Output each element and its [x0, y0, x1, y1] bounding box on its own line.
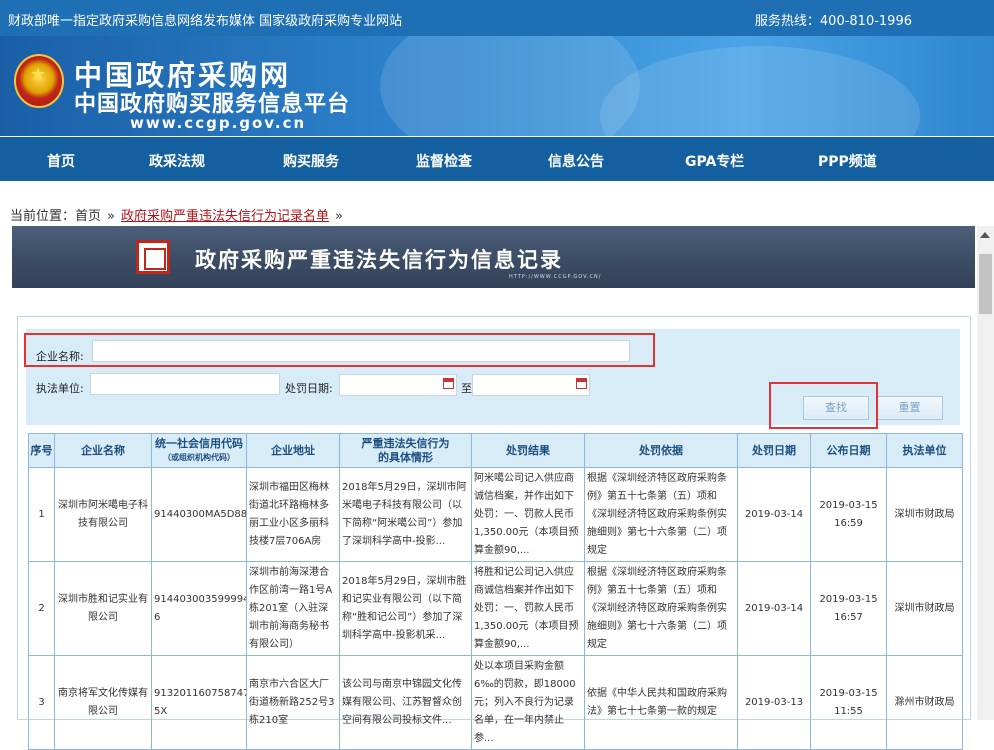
- cell-basis: 依据《中华人民共和国政府采购法》第七十七条第一款的规定: [584, 655, 738, 750]
- cell-situation: 2018年5月29日，深圳市阿米噶电子科技有限公司（以下简称“阿米噶公司”）参加…: [339, 467, 472, 562]
- table-header-row: 序号 企业名称 统一社会信用代码 （或组织机构代码） 企业地址 严重违法失信行为的…: [28, 433, 963, 468]
- company-link[interactable]: 深圳市阿米噶电子科技有限公司: [54, 467, 152, 562]
- page-title: 政府采购严重违法失信行为信息记录: [195, 248, 563, 272]
- nav-item-purchase-services[interactable]: 购买服务: [283, 151, 339, 171]
- breadcrumb-home[interactable]: 首页: [75, 209, 101, 224]
- breadcrumb-separator: »: [335, 209, 343, 224]
- nav-item-home[interactable]: 首页: [47, 151, 75, 171]
- col-header-no: 序号: [28, 433, 55, 468]
- calendar-icon[interactable]: [576, 378, 587, 389]
- company-link[interactable]: 南京将军文化传媒有限公司: [54, 655, 152, 750]
- cell-result: 将胜和记公司记入供应商诚信档案并作出如下处罚：一、罚款人民币1,350.00元（…: [471, 561, 585, 656]
- company-link[interactable]: 深圳市胜和记实业有限公司: [54, 561, 152, 656]
- cell-unit: 深圳市财政局: [886, 561, 963, 656]
- cell-publish-date: 2019-03-15 16:57: [810, 561, 887, 656]
- breadcrumb-current[interactable]: 政府采购严重违法失信行为记录名单: [121, 209, 329, 224]
- top-info-bar: 财政部唯一指定政府采购信息网络发布媒体 国家级政府采购专业网站 服务热线：400…: [0, 0, 994, 36]
- page-title-banner: 政府采购严重违法失信行为信息记录 HTTP://WWW.CCGP.GOV.CN/: [12, 226, 975, 288]
- cell-unit: 深圳市财政局: [886, 467, 963, 562]
- cell-situation: 2018年5月29日，深圳市胜和记实业有限公司（以下简称“胜和记公司”）参加了深…: [339, 561, 472, 656]
- reset-button[interactable]: 重置: [876, 396, 943, 420]
- date-to-input[interactable]: [472, 374, 590, 396]
- penalty-date-label: 处罚日期:: [285, 382, 333, 395]
- cell-unit: 滁州市财政局: [886, 655, 963, 750]
- site-url: www.ccgp.gov.cn: [130, 114, 307, 132]
- date-to-label: 至: [461, 382, 472, 395]
- enforcement-unit-input[interactable]: [90, 373, 280, 395]
- calendar-icon[interactable]: [443, 378, 454, 389]
- cell-address: 深圳市前海深港合作区前湾一路1号A栋201室（入驻深圳市前海商务秘书有限公司）: [246, 561, 340, 656]
- cell-no: 2: [28, 561, 55, 656]
- scrollbar-thumb[interactable]: [979, 254, 992, 314]
- cell-basis: 根据《深圳经济特区政府采购条例》第五十七条第（五）项和《深圳经济特区政府采购条例…: [584, 467, 738, 562]
- table-row: 3 南京将军文化传媒有限公司 9132011607587476 5X 南京市六合…: [28, 655, 963, 750]
- col-header-company: 企业名称: [54, 433, 152, 468]
- cell-credit-code: 9132011607587476 5X: [151, 655, 247, 750]
- nav-item-regulations[interactable]: 政采法规: [149, 151, 205, 171]
- top-info-text: 财政部唯一指定政府采购信息网络发布媒体 国家级政府采购专业网站: [8, 14, 403, 29]
- violation-records-table: 序号 企业名称 统一社会信用代码 （或组织机构代码） 企业地址 严重违法失信行为的…: [28, 433, 963, 750]
- page-scrollbar[interactable]: [977, 226, 994, 720]
- cell-penalty-date: 2019-03-14: [737, 561, 811, 656]
- nav-item-supervision[interactable]: 监督检查: [416, 151, 472, 171]
- national-emblem-icon: ★: [14, 54, 64, 108]
- scroll-up-arrow-icon[interactable]: [980, 232, 990, 238]
- table-row: 2 深圳市胜和记实业有限公司 91440300359999439 6 深圳市前海…: [28, 561, 963, 656]
- col-header-basis: 处罚依据: [584, 433, 738, 468]
- cell-penalty-date: 2019-03-13: [737, 655, 811, 750]
- date-from-input[interactable]: [339, 374, 457, 396]
- enforcement-unit-label: 执法单位:: [36, 382, 84, 395]
- seal-icon: [136, 240, 170, 274]
- cell-credit-code: 91440300MA5D88NU52: [151, 467, 247, 562]
- col-header-credit-code: 统一社会信用代码 （或组织机构代码）: [151, 433, 247, 468]
- highlight-company-field: [24, 333, 655, 367]
- cell-basis: 根据《深圳经济特区政府采购条例》第五十七条第（五）项和《深圳经济特区政府采购条例…: [584, 561, 738, 656]
- nav-item-announcements[interactable]: 信息公告: [548, 151, 604, 171]
- col-header-publish-date: 公布日期: [810, 433, 887, 468]
- cell-penalty-date: 2019-03-14: [737, 467, 811, 562]
- page-title-url: HTTP://WWW.CCGP.GOV.CN/: [509, 274, 602, 280]
- main-nav: 首页 政采法规 购买服务 监督检查 信息公告 GPA专栏 PPP频道: [0, 137, 994, 181]
- col-header-unit: 执法单位: [886, 433, 963, 468]
- col-header-penalty-date: 处罚日期: [737, 433, 811, 468]
- nav-item-gpa[interactable]: GPA专栏: [685, 151, 744, 171]
- col-header-address: 企业地址: [246, 433, 340, 468]
- site-banner: ★ 中国政府采购网 中国政府购买服务信息平台 www.ccgp.gov.cn: [0, 36, 994, 136]
- cell-address: 深圳市福田区梅林街道北环路梅林多丽工业小区多丽科技楼7层706A房: [246, 467, 340, 562]
- col-header-result: 处罚结果: [471, 433, 585, 468]
- service-hotline: 服务热线：400-810-1996: [754, 14, 912, 29]
- nav-item-ppp[interactable]: PPP频道: [818, 151, 877, 171]
- table-row: 1 深圳市阿米噶电子科技有限公司 91440300MA5D88NU52 深圳市福…: [28, 467, 963, 562]
- breadcrumb-prefix: 当前位置：: [10, 209, 76, 224]
- breadcrumb-separator: »: [107, 209, 115, 224]
- col-header-situation: 严重违法失信行为 的具体情形: [339, 433, 472, 468]
- cell-situation: 该公司与南京中锦园文化传媒有限公司、江苏智督众创空间有限公司投标文件...: [339, 655, 472, 750]
- cell-no: 1: [28, 467, 55, 562]
- banner-cloud: [600, 46, 920, 136]
- cell-result: 处以本项目采购金额6‰的罚款，即18000元；列入不良行为记录名单，在一年内禁止…: [471, 655, 585, 750]
- cell-address: 南京市六合区大厂街道杨新路252号3栋210室: [246, 655, 340, 750]
- cell-no: 3: [28, 655, 55, 750]
- cell-publish-date: 2019-03-15 16:59: [810, 467, 887, 562]
- highlight-search-button: [769, 382, 878, 429]
- cell-result: 阿米噶公司记入供应商诚信档案，并作出如下处罚：一、罚款人民币1,350.00元（…: [471, 467, 585, 562]
- cell-publish-date: 2019-03-15 11:55: [810, 655, 887, 750]
- breadcrumb: 当前位置：首页 » 政府采购严重违法失信行为记录名单 »: [10, 205, 349, 224]
- cell-credit-code: 91440300359999439 6: [151, 561, 247, 656]
